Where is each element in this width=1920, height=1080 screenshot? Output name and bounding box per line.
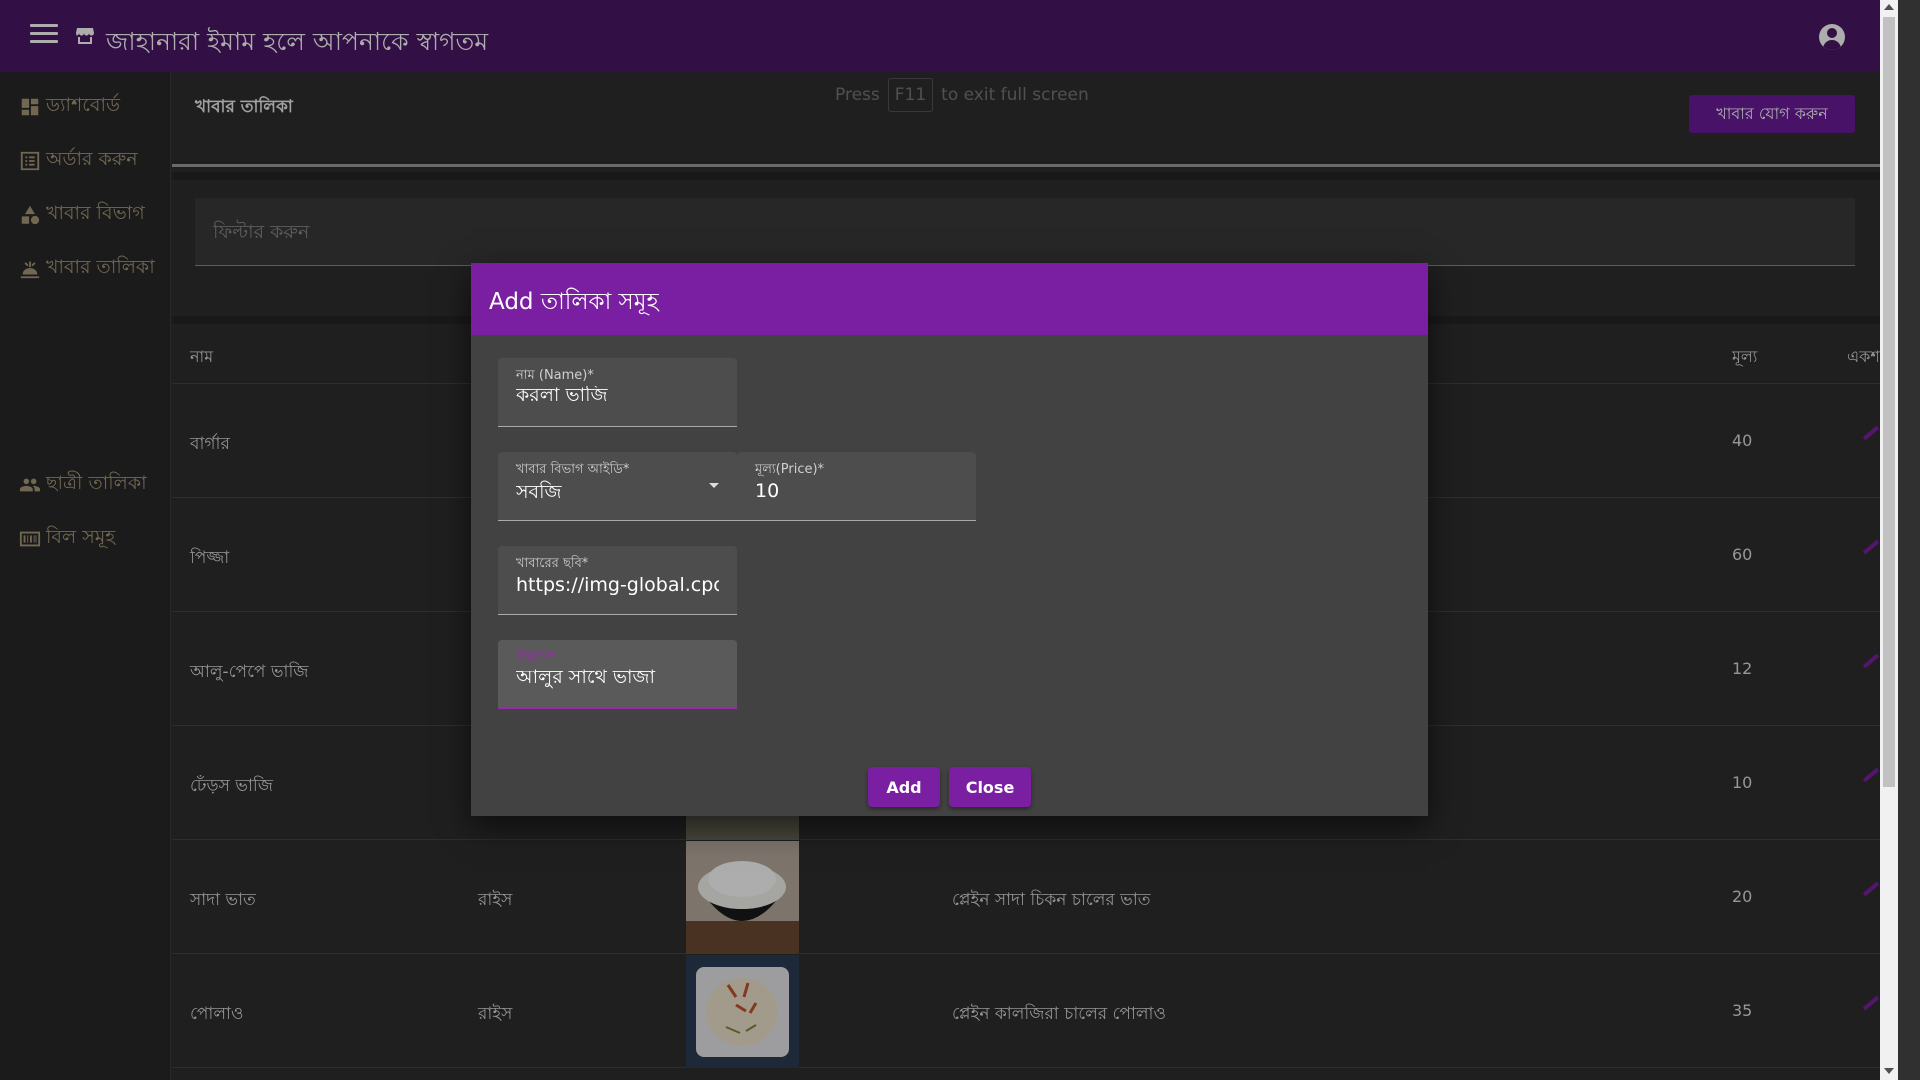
- name-field[interactable]: নাম (Name)*: [498, 358, 737, 427]
- scrollbar-thumb[interactable]: [1883, 17, 1895, 787]
- add-button[interactable]: Add: [868, 767, 940, 807]
- dialog-title: Add তালিকা সমূহ: [489, 289, 659, 315]
- dropdown-arrow-icon[interactable]: [709, 483, 719, 488]
- name-field-label: নাম (Name)*: [516, 368, 594, 383]
- page-scrollbar[interactable]: [1880, 0, 1898, 1080]
- category-select[interactable]: খাবার বিভাগ আইডি* সবজি: [498, 452, 737, 521]
- category-value: সবজি: [516, 481, 562, 503]
- price-field-label: মূল্য(Price)*: [755, 462, 825, 477]
- image-url-input[interactable]: [516, 574, 719, 596]
- image-url-field[interactable]: খাবারের ছবি*: [498, 546, 737, 615]
- name-input[interactable]: [516, 386, 719, 408]
- description-field-label: বিবরণ*: [516, 650, 556, 665]
- add-item-dialog: Add তালিকা সমূহ নাম (Name)* খাবার বিভাগ …: [471, 263, 1428, 816]
- price-input[interactable]: [755, 480, 958, 502]
- dialog-header: Add তালিকা সমূহ: [471, 263, 1428, 335]
- description-input[interactable]: [516, 668, 719, 690]
- price-field[interactable]: মূল্য(Price)*: [737, 452, 976, 521]
- image-field-label: খাবারের ছবি*: [516, 556, 589, 571]
- scroll-down-arrow-icon[interactable]: [1884, 1068, 1894, 1074]
- description-field[interactable]: বিবরণ*: [498, 640, 737, 709]
- close-button[interactable]: Close: [949, 767, 1031, 807]
- scroll-up-arrow-icon[interactable]: [1884, 4, 1894, 10]
